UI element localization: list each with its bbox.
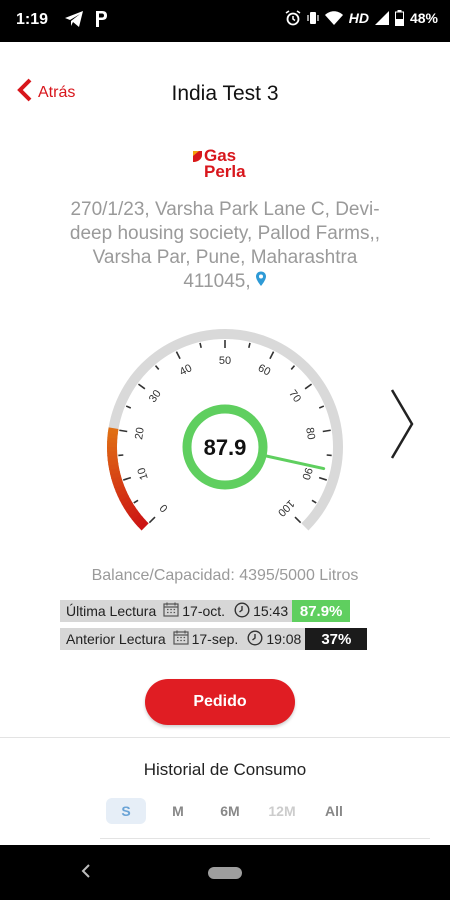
tab-6-months[interactable]: 6M	[210, 798, 250, 824]
status-left-icons	[64, 10, 108, 33]
wifi-icon	[324, 10, 343, 26]
page-title: India Test 3	[171, 82, 279, 105]
reading-date: 17-sep.	[191, 631, 239, 647]
gauge-danger-segment	[107, 427, 119, 435]
gauge-tick-label: 80	[303, 427, 317, 441]
gauge-tick	[175, 351, 181, 360]
reading-info: Última Lectura 17-oct. 15:43	[60, 600, 293, 622]
order-button[interactable]: Pedido	[145, 679, 295, 725]
gauge-tick-label: 20	[133, 427, 147, 441]
network-label: HD	[348, 10, 369, 26]
map-pin-icon[interactable]	[255, 270, 267, 294]
gauge-value: 87.9	[204, 435, 247, 460]
navigation-bar	[0, 845, 450, 900]
gauge-tick	[154, 365, 160, 370]
gauge-tick	[269, 351, 275, 360]
tab-12-months[interactable]: 12M	[262, 798, 302, 824]
reading-label: Anterior Lectura	[66, 631, 166, 647]
address-line: deep housing society, Pallod Farms,,	[69, 223, 381, 244]
gauge-tick-label: 70	[286, 388, 303, 405]
reading-value: 87.9%	[292, 600, 351, 622]
gauge-tick	[133, 499, 139, 504]
history-title: Historial de Consumo	[143, 760, 307, 779]
history-period-tabs: S M 6M 12M All	[106, 798, 366, 824]
logo-text-perla: Perla	[204, 162, 246, 181]
battery-percent: 48%	[409, 10, 438, 26]
gauge-tick	[318, 476, 328, 481]
alarm-icon	[285, 10, 301, 26]
divider	[0, 737, 450, 738]
gauge-tick-label: 30	[147, 388, 164, 405]
gauge-tick	[122, 476, 132, 481]
gauge-tick-label: 50	[219, 355, 231, 367]
address-line: Varsha Par, Pune, Maharashtra	[92, 247, 358, 268]
gauge-tick	[322, 429, 331, 433]
address-line: 270/1/23, Varsha Park Lane C, Devi-	[70, 199, 380, 220]
reading-info: Anterior Lectura 17-sep. 19:08	[60, 628, 306, 650]
tab-all[interactable]: All	[314, 798, 354, 824]
clock-icon	[247, 629, 263, 649]
gas-perla-logo: Gas Perla	[190, 146, 270, 182]
status-time: 1:19	[16, 11, 49, 28]
nav-back-icon[interactable]	[80, 863, 92, 884]
gauge-tick	[137, 383, 146, 390]
reading-value: 37%	[305, 628, 368, 650]
gauge-tick-label: 90	[299, 466, 314, 481]
gauge-tick	[290, 365, 296, 370]
parking-icon	[94, 10, 108, 33]
address: 270/1/23, Varsha Park Lane C, Devi- deep…	[40, 198, 410, 294]
reading-time: 19:08	[266, 631, 302, 647]
gauge-tick-label: 0	[158, 501, 171, 514]
gauge-tick-label: 60	[256, 362, 272, 378]
calendar-icon	[173, 630, 189, 648]
gauge-tick	[148, 516, 156, 524]
balance-capacity: Balance/Capacidad: 4395/5000 Litros	[91, 567, 359, 584]
flame-icon	[192, 150, 203, 168]
gauge-tick	[304, 383, 313, 390]
tab-month[interactable]: M	[158, 798, 198, 824]
gauge-tick	[318, 405, 325, 409]
clock-icon	[234, 601, 250, 621]
address-line: 411045,	[183, 271, 251, 293]
gauge-tick	[199, 342, 202, 349]
gauge-tick	[294, 516, 302, 524]
nav-home-pill[interactable]	[208, 867, 242, 879]
reading-time: 15:43	[253, 603, 289, 619]
tab-week[interactable]: S	[106, 798, 146, 824]
reading-label: Última Lectura	[66, 603, 157, 619]
gauge-tick-label: 40	[178, 362, 194, 378]
gauge-tick-label: 100	[275, 497, 296, 518]
gauge-tick	[311, 499, 317, 504]
status-right-icons: HD 48%	[285, 10, 438, 26]
telegram-icon	[64, 10, 84, 33]
status-bar: 1:19 HD 48%	[0, 0, 450, 42]
calendar-icon	[163, 602, 179, 620]
chevron-right-icon[interactable]	[388, 388, 416, 465]
vibrate-icon	[307, 10, 319, 26]
previous-reading-row: Anterior Lectura 17-sep. 19:08 37%	[60, 628, 368, 650]
tabs-divider	[100, 838, 430, 839]
gauge-tick-label: 10	[136, 466, 151, 481]
signal-icon	[374, 11, 389, 25]
level-gauge: 0 10 20 30 40 50 60 70 80 90 100 87.9	[107, 329, 343, 531]
reading-date: 17-oct.	[182, 603, 226, 619]
address-line-4: 411045,	[40, 270, 410, 294]
last-reading-row: Última Lectura 17-oct. 15:43 87.9%	[60, 600, 351, 622]
gauge-tick	[125, 405, 132, 409]
header: Atrás India Test 3	[0, 42, 450, 142]
gauge-tick	[119, 429, 128, 433]
gauge-tick	[248, 342, 251, 349]
battery-icon	[394, 10, 404, 26]
